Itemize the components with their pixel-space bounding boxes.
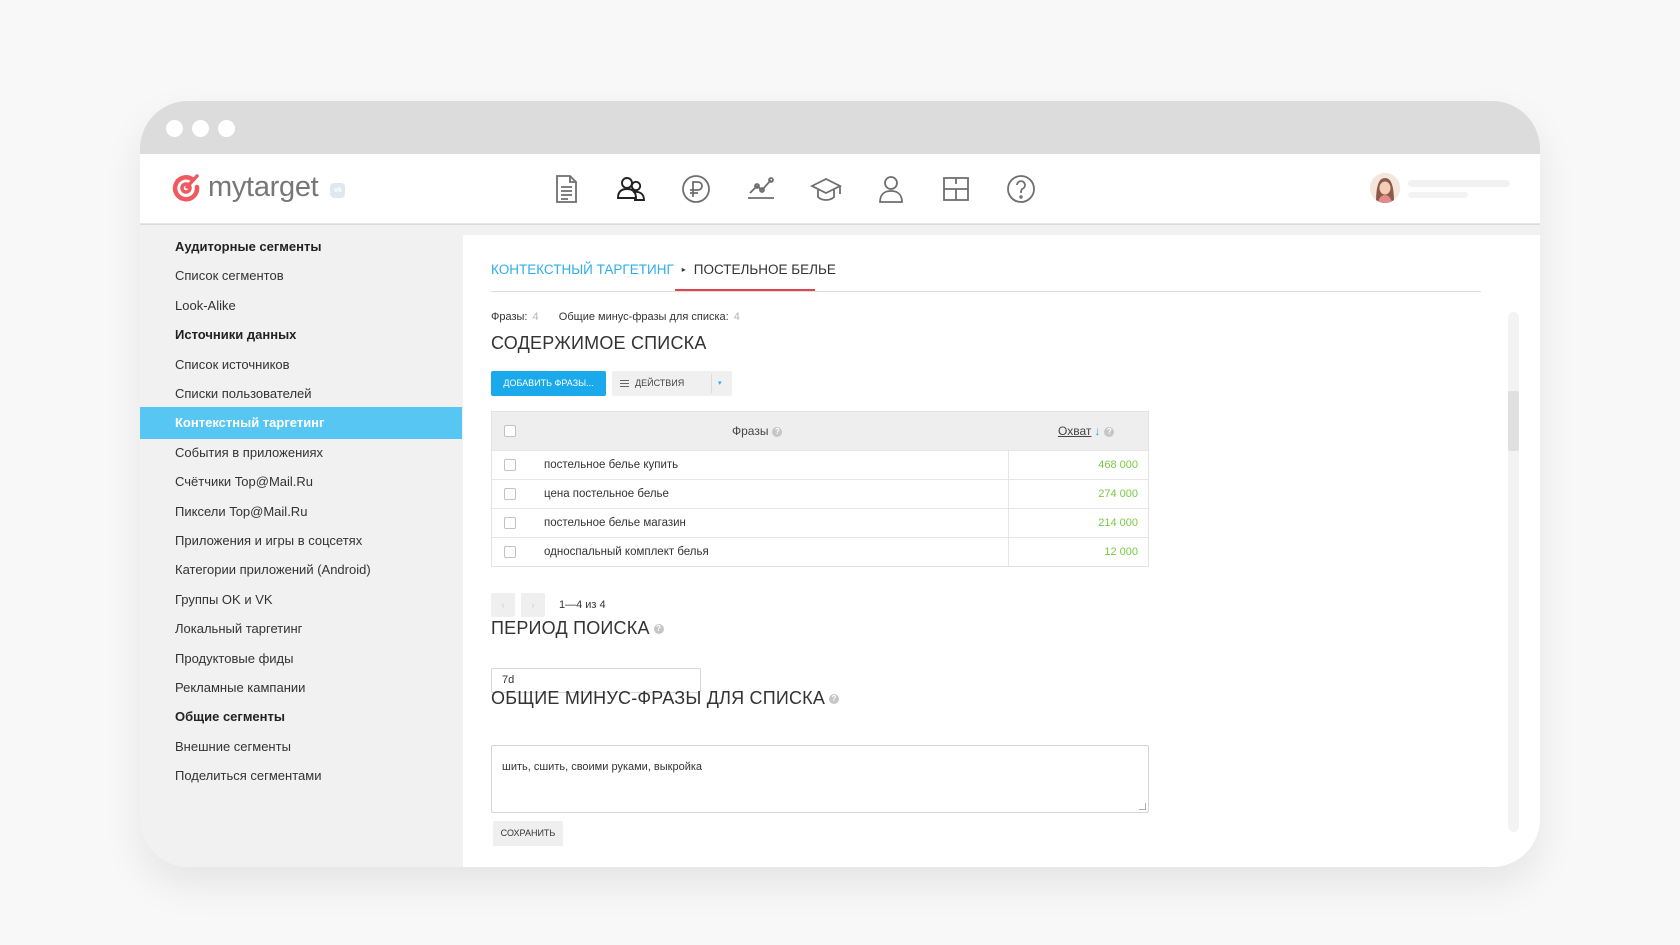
ruble-icon[interactable] bbox=[678, 171, 714, 207]
pagination-range: 1—4 из 4 bbox=[559, 599, 606, 611]
prev-page-button[interactable]: ‹ bbox=[491, 593, 515, 617]
table-row[interactable]: цена постельное белье 274 000 bbox=[492, 479, 1148, 508]
sidebar: Аудиторные сегменты Список сегментов Look-… bbox=[140, 225, 462, 867]
mytarget-logo-icon bbox=[172, 174, 200, 202]
phrases-count-label: Фразы: bbox=[491, 311, 528, 323]
list-content-title: СОДЕРЖИМОЕ СПИСКА bbox=[491, 333, 707, 353]
pagination: ‹ › 1—4 из 4 bbox=[491, 593, 606, 617]
page-body: Аудиторные сегменты Список сегментов Look-… bbox=[140, 225, 1540, 867]
add-phrases-button[interactable]: ДОБАВИТЬ ФРАЗЫ... bbox=[491, 371, 606, 396]
main-content: КОНТЕКСТНЫЙ ТАРГЕТИНГ ▸ ПОСТЕЛЬНОЕ БЕЛЬЕ… bbox=[463, 235, 1540, 867]
sidebar-item[interactable]: Пиксели Top@Mail.Ru bbox=[140, 496, 462, 528]
scrollbar-track[interactable] bbox=[1508, 312, 1519, 832]
coverage-cell: 468 000 bbox=[1098, 459, 1138, 471]
audience-icon[interactable] bbox=[613, 171, 649, 207]
next-page-button[interactable]: › bbox=[521, 593, 545, 617]
sidebar-item[interactable]: Рекламные кампании bbox=[140, 672, 462, 704]
statistics-icon[interactable] bbox=[743, 171, 779, 207]
sidebar-item[interactable]: Контекстный таргетинг bbox=[140, 407, 462, 440]
help-icon[interactable]: ? bbox=[829, 694, 840, 705]
logo-text: mytarget bbox=[208, 170, 319, 203]
sidebar-item[interactable]: Категории приложений (Android) bbox=[140, 554, 462, 586]
actions-dropdown[interactable]: ДЕЙСТВИЯ ▾ bbox=[612, 371, 732, 396]
sidebar-item[interactable]: Группы OK и VK bbox=[140, 584, 462, 616]
sidebar-item[interactable]: Look-Alike bbox=[140, 290, 462, 322]
sort-arrow-icon[interactable]: ↓ bbox=[1094, 424, 1100, 438]
window-minimize-dot[interactable] bbox=[192, 120, 209, 137]
user-avatar[interactable] bbox=[1370, 173, 1400, 203]
report-icon[interactable] bbox=[548, 171, 584, 207]
row-checkbox[interactable] bbox=[504, 459, 516, 471]
mytarget-logo[interactable]: mytarget vk bbox=[170, 170, 346, 204]
select-all-checkbox[interactable] bbox=[504, 425, 516, 437]
sidebar-item[interactable]: Списки пользователей bbox=[140, 378, 462, 410]
sidebar-item[interactable]: Поделиться сегментами bbox=[140, 760, 462, 792]
scrollbar-thumb[interactable] bbox=[1508, 391, 1519, 451]
window-close-dot[interactable] bbox=[166, 120, 183, 137]
table-row[interactable]: односпальный комплект белья 12 000 bbox=[492, 537, 1148, 566]
row-checkbox[interactable] bbox=[504, 488, 516, 500]
chevron-down-icon[interactable]: ▾ bbox=[718, 371, 722, 396]
phrases-count: 4 bbox=[532, 311, 539, 323]
layout-icon[interactable] bbox=[938, 171, 974, 207]
sidebar-item[interactable]: Внешние сегменты bbox=[140, 731, 462, 763]
coverage-cell: 274 000 bbox=[1098, 488, 1138, 500]
help-icon[interactable]: ? bbox=[1104, 426, 1115, 437]
browser-window: mytarget vk Аудиторные сегменты Список с… bbox=[140, 101, 1540, 867]
breadcrumb: КОНТЕКСТНЫЙ ТАРГЕТИНГ ▸ ПОСТЕЛЬНОЕ БЕЛЬЕ bbox=[491, 262, 836, 277]
minus-count-label: Общие минус-фразы для списка: bbox=[558, 311, 729, 323]
phrases-table: Фразы? Охват ↓? постельное белье купить 46… bbox=[491, 411, 1149, 567]
row-checkbox[interactable] bbox=[504, 546, 516, 558]
breadcrumb-parent-link[interactable]: КОНТЕКСТНЫЙ ТАРГЕТИНГ bbox=[491, 262, 674, 277]
sidebar-item[interactable]: Список сегментов bbox=[140, 260, 462, 292]
sidebar-item[interactable]: Локальный таргетинг bbox=[140, 613, 462, 645]
sidebar-heading: Аудиторные сегменты bbox=[175, 239, 322, 254]
minus-count: 4 bbox=[733, 311, 740, 323]
minus-phrases-title: ОБЩИЕ МИНУС-ФРАЗЫ ДЛЯ СПИСКА? bbox=[491, 688, 840, 709]
profile-icon[interactable] bbox=[873, 171, 909, 207]
sidebar-item[interactable]: Список источников bbox=[140, 349, 462, 381]
sidebar-heading: Общие сегменты bbox=[175, 709, 285, 725]
sidebar-heading: Источники данных bbox=[175, 327, 297, 343]
education-icon[interactable] bbox=[808, 171, 844, 207]
phrase-cell: односпальный комплект белья bbox=[544, 546, 709, 558]
sidebar-item[interactable]: События в приложениях bbox=[140, 437, 462, 469]
actions-label: ДЕЙСТВИЯ bbox=[635, 378, 685, 388]
save-button[interactable]: СОХРАНИТЬ bbox=[493, 821, 563, 846]
menu-icon bbox=[620, 380, 629, 387]
help-icon[interactable]: ? bbox=[653, 624, 664, 635]
phrases-column-header[interactable]: Фразы? bbox=[732, 424, 783, 438]
sidebar-item[interactable]: Продуктовые фиды bbox=[140, 643, 462, 675]
vk-badge: vk bbox=[330, 182, 346, 198]
phrase-cell: постельное белье купить bbox=[544, 459, 679, 471]
breadcrumb-current: ПОСТЕЛЬНОЕ БЕЛЬЕ bbox=[693, 262, 836, 277]
breadcrumb-active-underline bbox=[675, 289, 815, 291]
row-checkbox[interactable] bbox=[504, 517, 516, 529]
resize-handle[interactable] bbox=[1139, 803, 1146, 810]
breadcrumb-divider bbox=[491, 291, 1481, 292]
table-row[interactable]: постельное белье магазин 214 000 bbox=[492, 508, 1148, 537]
help-icon[interactable] bbox=[1003, 171, 1039, 207]
top-navigation: mytarget vk bbox=[140, 154, 1540, 224]
breadcrumb-separator: ▸ bbox=[681, 265, 686, 274]
coverage-cell: 214 000 bbox=[1098, 517, 1138, 529]
list-meta: Фразы: 4 Общие минус-фразы для списка: 4 bbox=[491, 311, 740, 323]
phrase-cell: постельное белье магазин bbox=[544, 517, 686, 529]
window-titlebar bbox=[140, 101, 1540, 154]
minus-phrases-textarea[interactable]: шить, сшить, своими руками, выкройка bbox=[491, 745, 1149, 813]
table-row[interactable]: постельное белье купить 468 000 bbox=[492, 450, 1148, 479]
sidebar-item[interactable]: Счётчики Top@Mail.Ru bbox=[140, 466, 462, 498]
window-maximize-dot[interactable] bbox=[218, 120, 235, 137]
table-header: Фразы? Охват ↓? bbox=[492, 412, 1148, 450]
user-name-placeholder bbox=[1408, 180, 1510, 187]
phrase-cell: цена постельное белье bbox=[544, 488, 669, 500]
coverage-cell: 12 000 bbox=[1104, 546, 1138, 558]
sidebar-item[interactable]: Приложения и игры в соцсетях bbox=[140, 525, 462, 557]
coverage-column-header[interactable]: Охват ↓? bbox=[1058, 424, 1115, 438]
period-title: ПЕРИОД ПОИСКА? bbox=[491, 618, 664, 639]
user-id-placeholder bbox=[1408, 192, 1468, 198]
help-icon[interactable]: ? bbox=[772, 426, 783, 437]
